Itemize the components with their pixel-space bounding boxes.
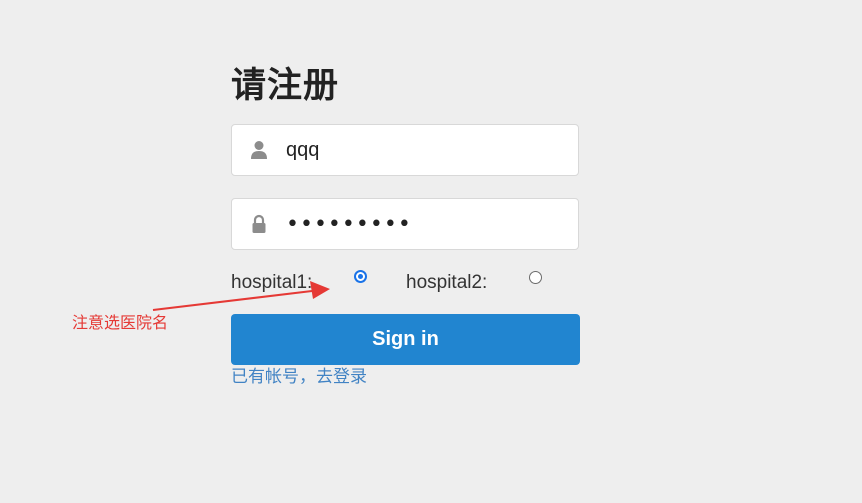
login-link[interactable]: 已有帐号，去登录 bbox=[231, 366, 367, 388]
annotation-arrow-icon bbox=[152, 281, 330, 311]
sign-in-button[interactable]: Sign in bbox=[231, 314, 580, 365]
